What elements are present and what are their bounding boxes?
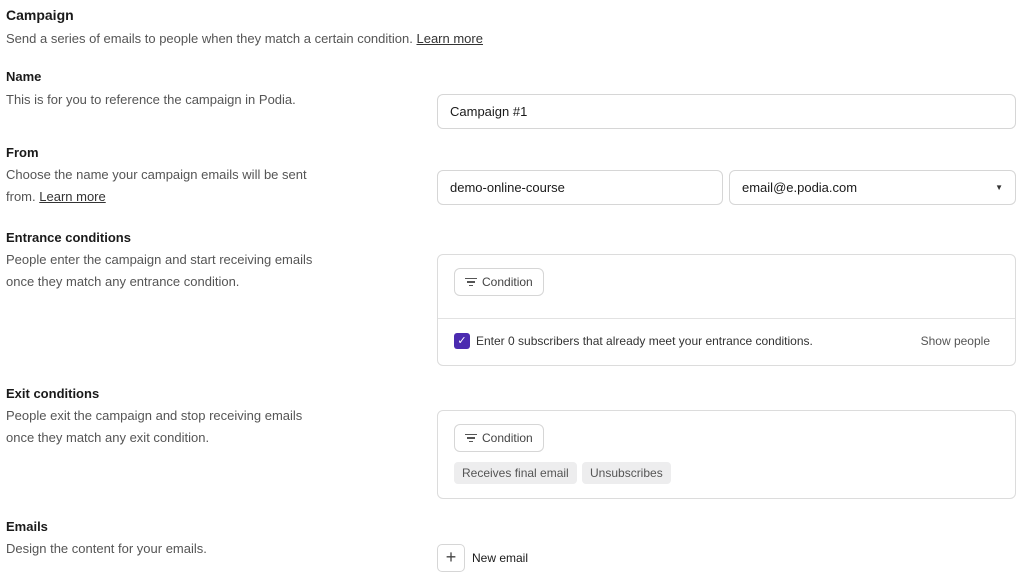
- from-description: Choose the name your campaign emails wil…: [6, 167, 307, 204]
- sender-name-input[interactable]: demo-online-course: [437, 170, 723, 205]
- caret-down-icon: ▼: [995, 183, 1003, 192]
- exit-title: Exit conditions: [6, 386, 100, 401]
- campaign-name-input[interactable]: Campaign #1: [437, 94, 1016, 129]
- name-title: Name: [6, 69, 42, 84]
- filter-icon: [465, 432, 477, 445]
- campaign-title: Campaign: [6, 7, 74, 23]
- filter-icon: [465, 276, 477, 289]
- exit-chip-unsubscribes[interactable]: Unsubscribes: [582, 462, 671, 484]
- check-icon: ✓: [457, 335, 467, 347]
- new-email-label[interactable]: New email: [472, 551, 528, 565]
- import-subscribers-checkbox[interactable]: ✓: [454, 333, 470, 349]
- checkbox-label: Enter 0 subscribers that already meet yo…: [476, 334, 813, 348]
- entrance-condition-button[interactable]: Condition: [454, 268, 544, 296]
- campaign-description: Send a series of emails to people when t…: [6, 31, 483, 46]
- exit-description: People exit the campaign and stop receiv…: [6, 408, 303, 445]
- from-learn-more-link[interactable]: Learn more: [39, 189, 105, 204]
- new-email-button[interactable]: +: [437, 544, 465, 572]
- exit-chip-receives-final-email[interactable]: Receives final email: [454, 462, 577, 484]
- show-people-button[interactable]: Show people: [921, 334, 990, 348]
- entrance-title: Entrance conditions: [6, 230, 131, 245]
- name-description: This is for you to reference the campaig…: [6, 92, 296, 107]
- entrance-description: People enter the campaign and start rece…: [6, 252, 313, 289]
- from-title: From: [6, 145, 39, 160]
- plus-icon: +: [445, 547, 457, 567]
- exit-condition-button[interactable]: Condition: [454, 424, 544, 452]
- emails-title: Emails: [6, 519, 48, 534]
- sender-email-select[interactable]: email@e.podia.com ▼: [729, 170, 1016, 205]
- entrance-conditions-card: Condition ✓ Enter 0 subscribers that alr…: [437, 254, 1016, 366]
- emails-description: Design the content for your emails.: [6, 541, 207, 556]
- learn-more-link[interactable]: Learn more: [416, 31, 482, 46]
- exit-conditions-card: Condition Receives final email Unsubscri…: [437, 410, 1016, 499]
